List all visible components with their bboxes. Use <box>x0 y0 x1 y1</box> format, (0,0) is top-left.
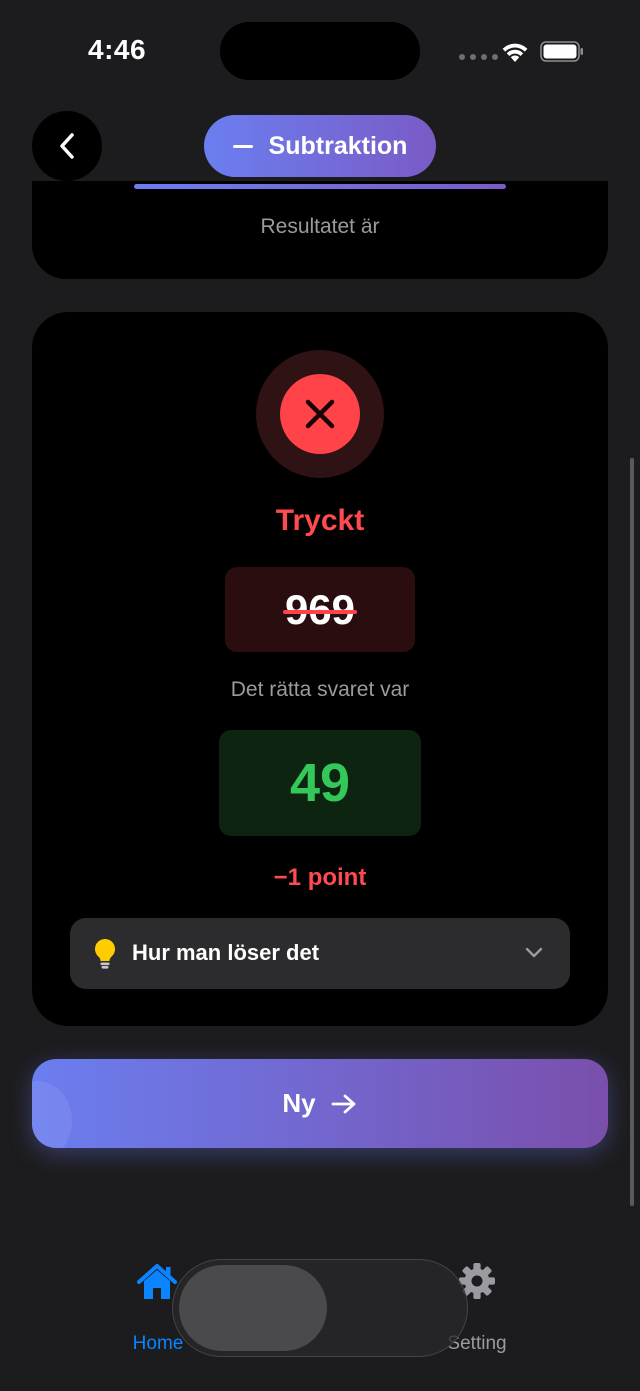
result-label: Resultatet är <box>260 215 380 238</box>
status-bar: 4:46 <box>0 0 640 100</box>
cellular-signal-icon <box>459 54 498 60</box>
progress-bar <box>134 184 506 189</box>
mode-label: Subtraktion <box>268 131 408 160</box>
correct-answer-label: Det rätta svaret var <box>230 678 410 701</box>
lightbulb-icon <box>94 939 116 969</box>
solution-hint-dropdown[interactable]: Hur man löser det <box>70 918 570 989</box>
correct-answer: 49 <box>289 753 351 813</box>
arrow-right-icon <box>331 1094 356 1113</box>
error-indicator <box>256 350 384 478</box>
next-label: Ny <box>282 1088 316 1118</box>
tab-selection-knob[interactable] <box>179 1265 327 1351</box>
user-answer: 969 <box>282 585 358 633</box>
battery-icon <box>540 41 583 62</box>
hint-label: Hur man löser det <box>132 940 320 965</box>
next-button[interactable]: Ny <box>32 1059 608 1148</box>
scroll-indicator[interactable] <box>630 458 634 1206</box>
chevron-down-icon <box>525 947 543 958</box>
close-icon <box>305 399 335 429</box>
chevron-left-icon <box>60 133 74 159</box>
correct-answer-box: 49 <box>219 730 421 836</box>
question-card: Resultatet är <box>32 181 608 279</box>
status-time: 4:46 <box>88 34 147 65</box>
back-button[interactable] <box>32 111 102 181</box>
wifi-icon <box>502 43 528 62</box>
minus-icon <box>232 144 253 148</box>
user-answer-box: 969 <box>225 567 415 652</box>
points-label: −1 point <box>273 864 367 891</box>
home-icon <box>137 1264 177 1299</box>
answer-feedback-card: Tryckt 969 Det rätta svaret var 49 −1 po… <box>32 312 608 1026</box>
feedback-status: Tryckt <box>275 504 365 537</box>
tab-selection-lens[interactable] <box>172 1259 468 1357</box>
dynamic-island <box>220 22 420 80</box>
mode-pill: Subtraktion <box>204 115 436 177</box>
